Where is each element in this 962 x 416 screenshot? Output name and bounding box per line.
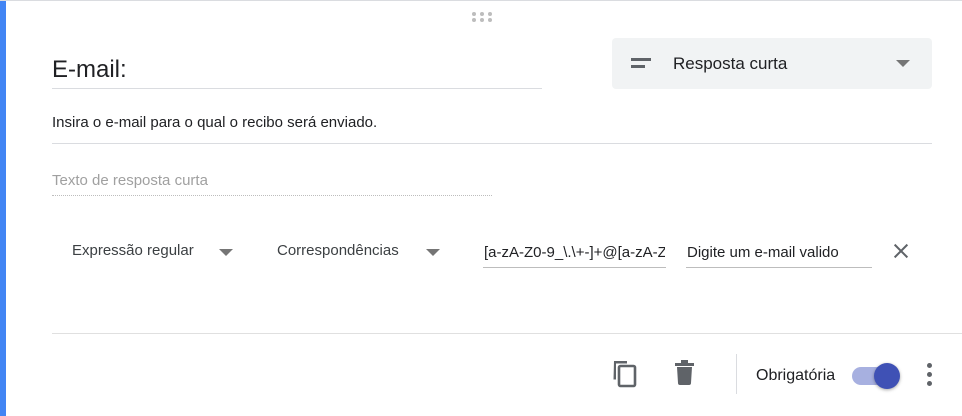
question-description-input[interactable]: Insira o e-mail para o qual o recibo ser… <box>52 106 932 144</box>
required-toggle[interactable] <box>852 361 902 389</box>
short-text-icon <box>631 56 653 70</box>
required-label: Obrigatória <box>756 367 836 384</box>
drag-handle-icon[interactable] <box>471 11 493 23</box>
more-vert-icon <box>927 363 932 368</box>
footer-divider <box>52 333 962 334</box>
question-card[interactable]: E-mail: Resposta curta Insira o e-mail p… <box>0 0 962 416</box>
footer-separator <box>736 354 737 394</box>
chevron-down-icon <box>219 249 233 256</box>
regex-pattern-input[interactable] <box>483 238 666 268</box>
validation-condition-dropdown[interactable]: Correspondências <box>277 239 442 265</box>
remove-validation-close-icon[interactable] <box>891 241 911 261</box>
validation-type-dropdown[interactable]: Expressão regular <box>72 239 237 265</box>
validation-type-label: Expressão regular <box>72 242 194 259</box>
question-title-input[interactable]: E-mail: <box>52 53 542 89</box>
short-answer-preview: Texto de resposta curta <box>52 167 492 196</box>
active-card-indicator <box>0 1 6 416</box>
validation-condition-label: Correspondências <box>277 242 399 259</box>
chevron-down-icon <box>896 60 910 67</box>
delete-question-button[interactable] <box>673 360 697 386</box>
question-type-dropdown[interactable]: Resposta curta <box>612 38 932 89</box>
more-options-button[interactable] <box>922 362 938 388</box>
copy-icon <box>613 361 637 388</box>
question-type-label: Resposta curta <box>673 54 788 73</box>
chevron-down-icon <box>426 249 440 256</box>
custom-error-text-input[interactable] <box>686 238 872 268</box>
duplicate-question-button[interactable] <box>610 358 640 390</box>
toggle-thumb <box>874 363 900 389</box>
trash-icon <box>675 360 694 385</box>
